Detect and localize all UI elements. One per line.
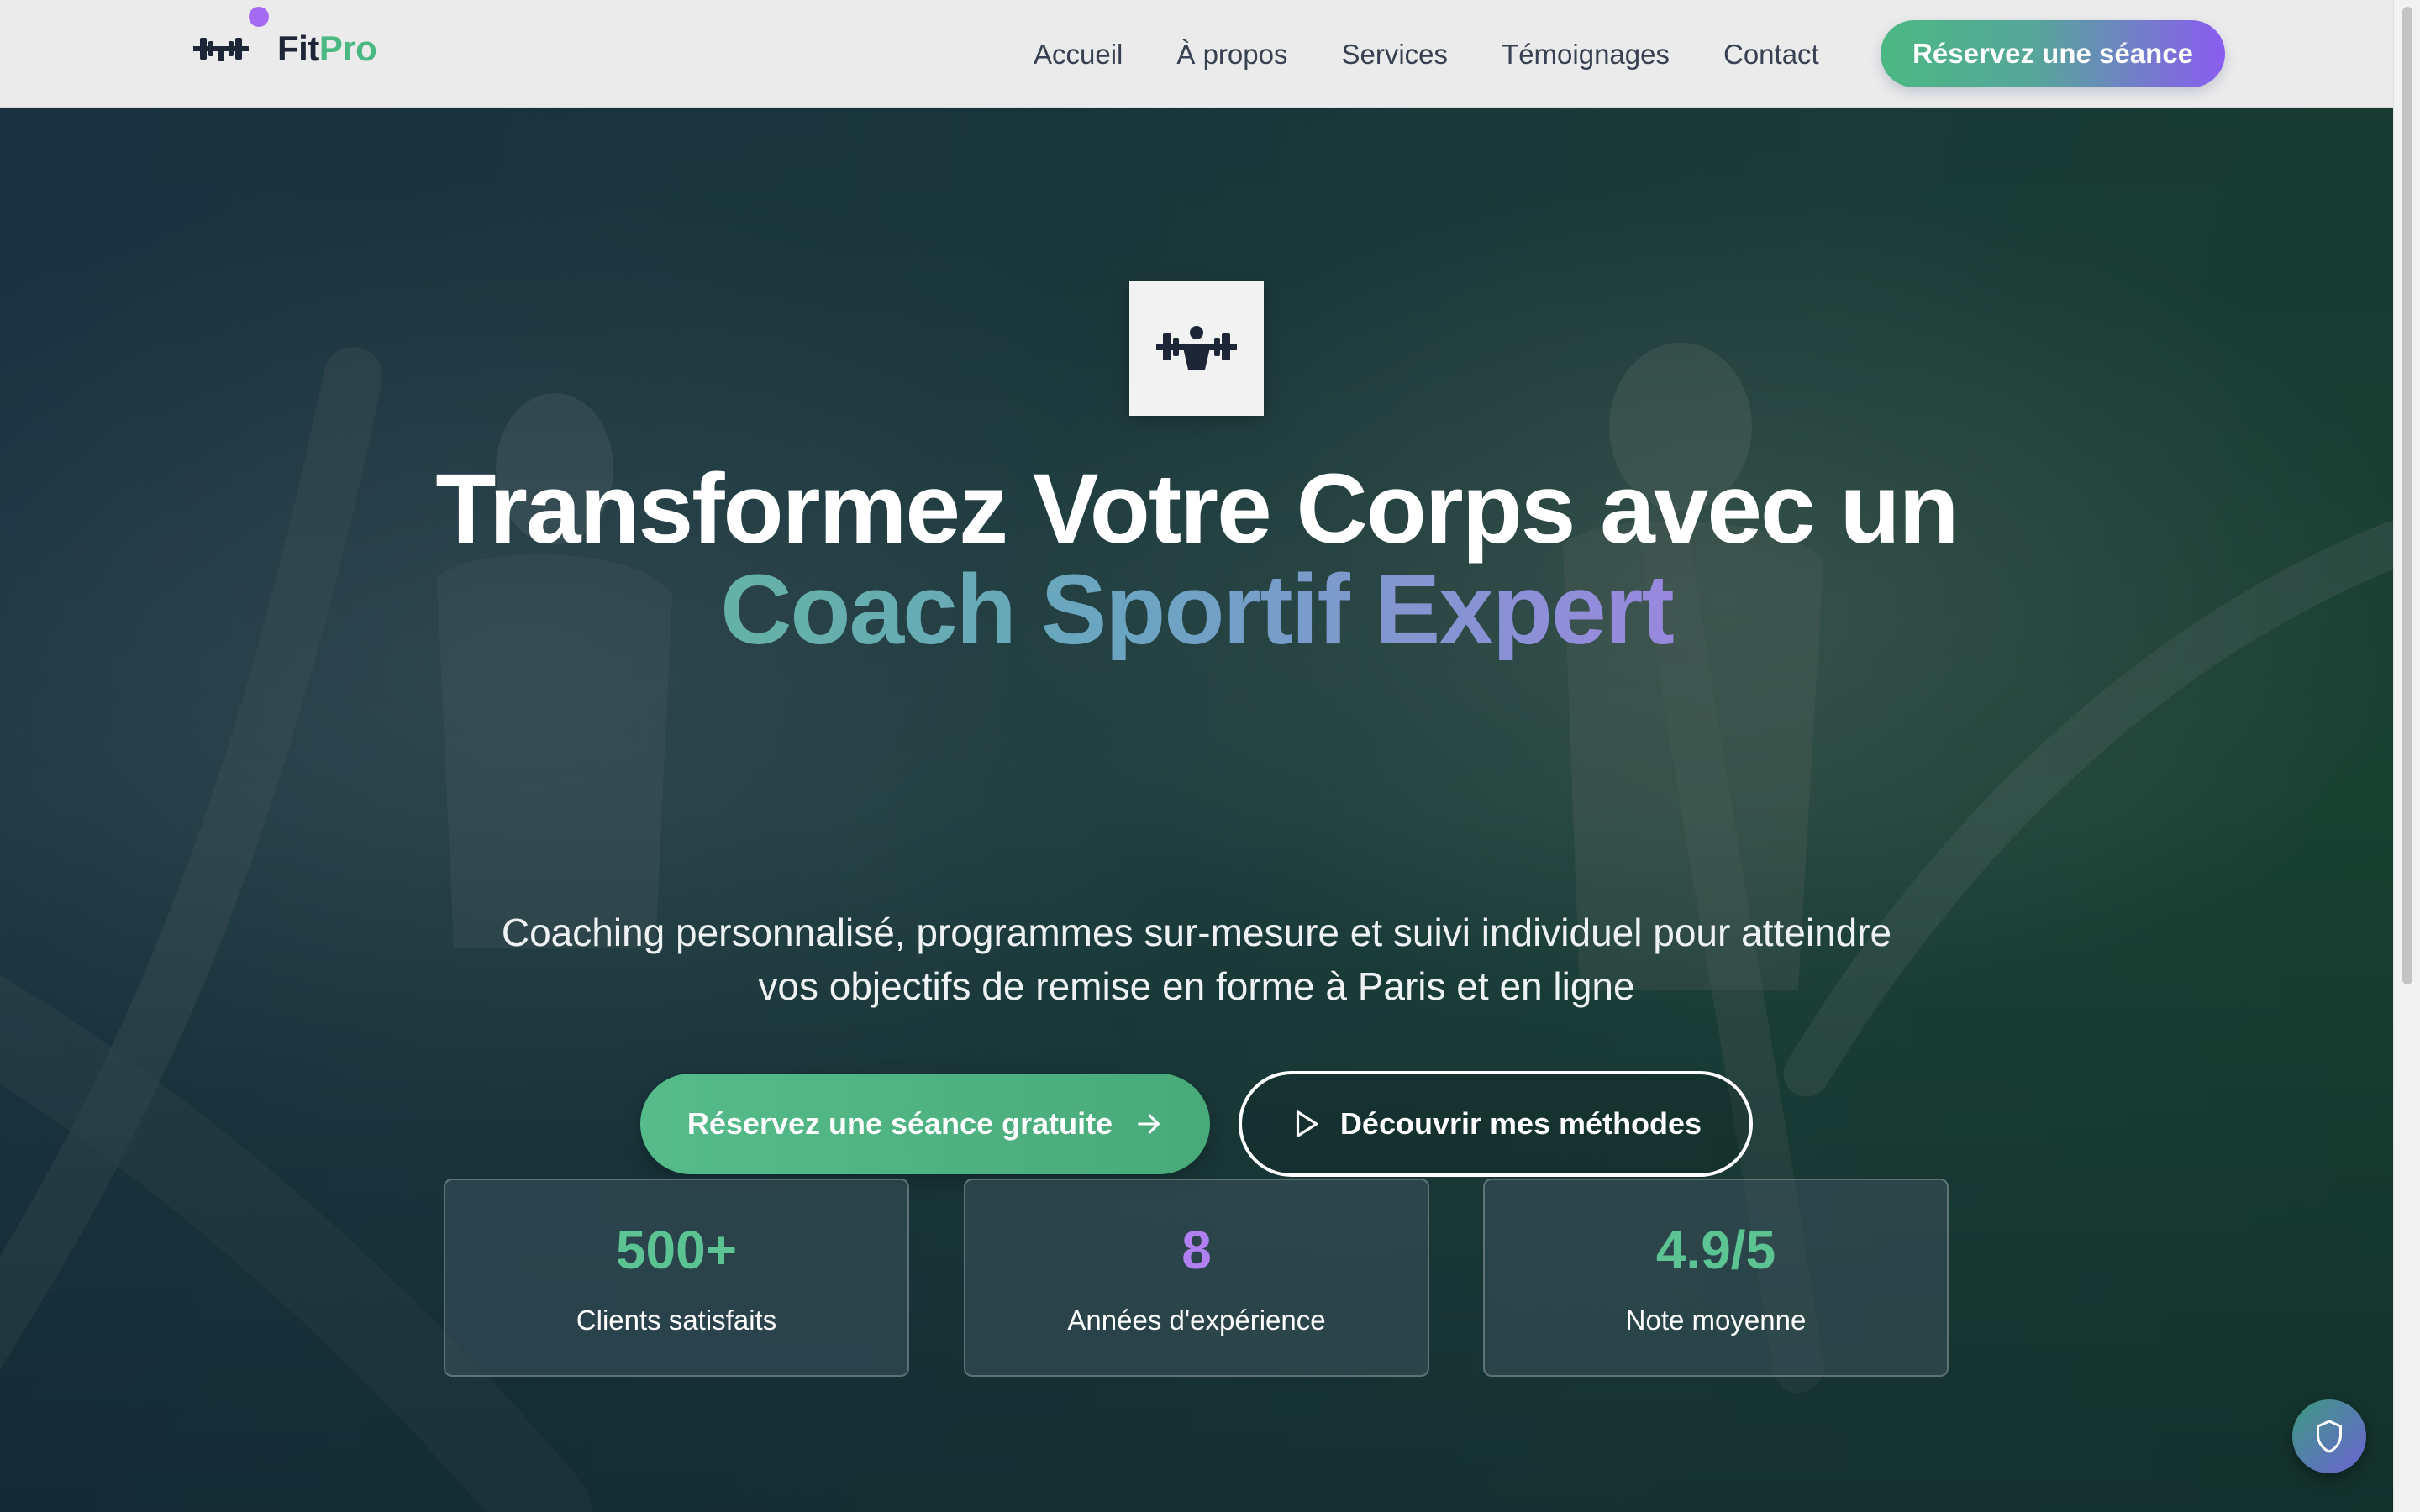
free-session-button[interactable]: Réservez une séance gratuite <box>640 1074 1210 1174</box>
privacy-shield-button[interactable] <box>2292 1399 2366 1473</box>
stat-label: Clients satisfaits <box>576 1305 777 1336</box>
stat-card-rating: 4.9/5 Note moyenne <box>1483 1179 1949 1377</box>
logo-dot <box>249 7 269 27</box>
brand-name-pro: Pro <box>318 29 377 68</box>
barbell-lifter-icon <box>1156 326 1237 370</box>
stat-value: 4.9/5 <box>1655 1220 1776 1280</box>
barbell-icon <box>193 38 249 61</box>
scrollbar-thumb[interactable] <box>2402 7 2412 984</box>
hero-subtitle: Coaching personnalisé, programmes sur-me… <box>501 911 1892 1008</box>
nav-link-contact[interactable]: Contact <box>1723 39 1819 71</box>
discover-methods-button[interactable]: Découvrir mes méthodes <box>1239 1071 1753 1177</box>
page-scrollbar[interactable] <box>2393 0 2420 1512</box>
brand-logo[interactable]: FitPro <box>193 7 377 69</box>
play-icon <box>1296 1110 1318 1137</box>
stat-card-experience: 8 Années d'expérience <box>964 1179 1429 1377</box>
stat-value: 500+ <box>615 1220 738 1280</box>
book-session-button[interactable]: Réservez une séance <box>1881 20 2225 87</box>
nav-link-services[interactable]: Services <box>1341 39 1448 71</box>
site-header: FitPro Accueil À propos Services Témoign… <box>0 0 2393 108</box>
discover-methods-label: Découvrir mes méthodes <box>1339 1106 1702 1141</box>
stat-label: Note moyenne <box>1625 1305 1807 1336</box>
hero-title-main: Transformez Votre Corps avec un <box>435 454 1959 564</box>
hero-title: Transformez Votre Corps avec un Coach Sp… <box>356 459 2037 660</box>
free-session-label: Réservez une séance gratuite <box>687 1106 1113 1141</box>
main-nav: Accueil À propos Services Témoignages Co… <box>1034 34 1819 76</box>
nav-link-accueil[interactable]: Accueil <box>1034 39 1123 71</box>
stat-label: Années d'expérience <box>1067 1305 1326 1336</box>
hero-section: Transformez Votre Corps avec un Coach Sp… <box>0 108 2393 1512</box>
hero-logo-badge <box>1129 281 1264 416</box>
brand-name-fit: Fit <box>277 29 319 68</box>
hero-title-accent: Coach Sportif Expert <box>356 559 2037 660</box>
stat-card-clients: 500+ Clients satisfaits <box>444 1179 909 1377</box>
arrow-right-icon <box>1138 1114 1160 1134</box>
brand-name: FitPro <box>277 29 377 69</box>
shield-icon <box>2317 1420 2342 1453</box>
nav-link-a-propos[interactable]: À propos <box>1176 39 1287 71</box>
nav-link-temoignages[interactable]: Témoignages <box>1502 39 1670 71</box>
stat-value: 8 <box>1181 1220 1212 1280</box>
